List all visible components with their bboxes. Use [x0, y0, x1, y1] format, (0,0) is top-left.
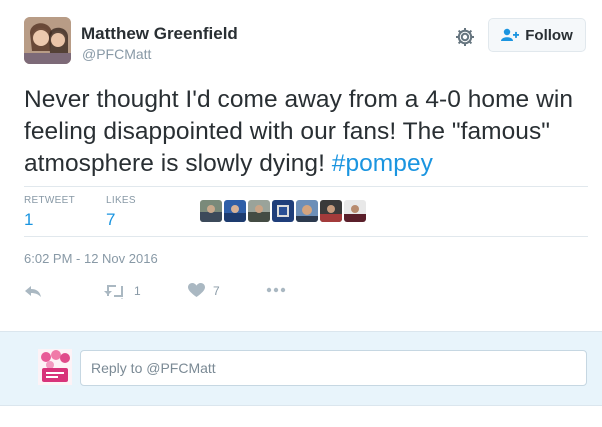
reply-input[interactable]: Reply to @PFCMatt	[80, 350, 587, 386]
liker-avatar[interactable]	[344, 200, 366, 222]
gear-icon[interactable]	[454, 26, 476, 48]
liker-avatar[interactable]	[224, 200, 246, 222]
follow-person-icon	[501, 28, 520, 41]
author-handle[interactable]: @PFCMatt	[82, 46, 151, 62]
divider	[24, 236, 588, 237]
more-button[interactable]	[266, 287, 286, 293]
retweet-stat-value[interactable]: 1	[24, 210, 33, 230]
reply-icon	[25, 286, 41, 297]
likers-avatars	[200, 200, 366, 222]
author-name[interactable]: Matthew Greenfield	[81, 24, 238, 44]
retweet-button[interactable]: 1	[104, 283, 141, 299]
retweet-count: 1	[134, 284, 141, 298]
liker-avatar[interactable]	[272, 200, 294, 222]
tweet-timestamp[interactable]: 6:02 PM - 12 Nov 2016	[24, 251, 158, 266]
author-avatar[interactable]	[24, 17, 71, 64]
liker-avatar[interactable]	[200, 200, 222, 222]
retweet-icon	[104, 285, 123, 299]
follow-button[interactable]: Follow	[488, 18, 586, 52]
liker-avatar[interactable]	[296, 200, 318, 222]
follow-label: Follow	[525, 26, 573, 44]
viewer-avatar[interactable]	[38, 349, 72, 385]
like-count: 7	[213, 283, 220, 298]
like-button[interactable]: 7	[188, 283, 220, 298]
liker-avatar[interactable]	[320, 200, 342, 222]
heart-icon	[188, 283, 205, 297]
reply-button[interactable]	[24, 283, 42, 299]
hashtag-link[interactable]: #pompey	[332, 150, 433, 177]
likes-stat-label: LIKES	[106, 195, 136, 206]
likes-stat-value[interactable]: 7	[106, 210, 115, 230]
tweet-body: Never thought I'd come away from a 4-0 h…	[24, 86, 574, 177]
more-icon	[266, 287, 286, 293]
liker-avatar[interactable]	[248, 200, 270, 222]
retweet-stat-label: RETWEET	[24, 195, 75, 206]
tweet-text: Never thought I'd come away from a 4-0 h…	[24, 84, 596, 180]
divider	[24, 186, 588, 187]
